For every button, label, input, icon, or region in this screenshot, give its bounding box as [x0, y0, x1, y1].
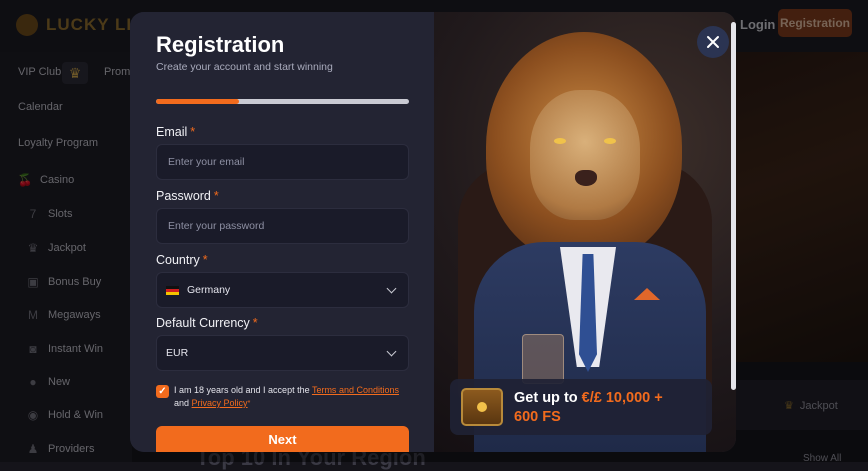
terms-prefix: I am 18 years old and I accept the	[174, 385, 310, 395]
password-field[interactable]	[156, 208, 409, 244]
offer-amount: €/£ 10,000	[581, 390, 651, 406]
progress-bar	[156, 99, 409, 104]
currency-label-text: Default Currency	[156, 316, 250, 330]
email-input[interactable]	[166, 155, 399, 169]
privacy-policy-link[interactable]: Privacy Policy	[192, 398, 248, 408]
close-button[interactable]	[697, 26, 729, 58]
required-marker: *	[190, 125, 196, 139]
chevron-down-icon	[386, 346, 397, 356]
lion-eye	[604, 138, 616, 144]
password-input[interactable]	[166, 219, 399, 233]
registration-form: Registration Create your account and sta…	[130, 12, 434, 452]
terms-checkbox[interactable]: ✓	[156, 385, 169, 398]
currency-value: EUR	[166, 347, 189, 359]
terms-and: and	[174, 398, 190, 408]
chevron-down-icon	[386, 283, 397, 293]
password-label: Password *	[156, 189, 219, 203]
lion-eye	[554, 138, 566, 144]
terms-and-conditions-link[interactable]: Terms and Conditions	[312, 385, 399, 395]
bonus-offer-text: Get up to €/£ 10,000 + 600 FS	[514, 389, 704, 427]
currency-label: Default Currency *	[156, 316, 258, 330]
whisky-glass	[522, 334, 564, 384]
offer-lead: Get up to	[514, 390, 578, 406]
lion-face	[530, 90, 640, 220]
treasure-chest-icon	[461, 388, 503, 426]
offer-free-spins: 600 FS	[514, 409, 561, 425]
email-field[interactable]	[156, 144, 409, 180]
country-label: Country *	[156, 253, 208, 267]
country-label-text: Country	[156, 253, 200, 267]
next-button[interactable]: Next	[156, 426, 409, 452]
offer-plus: +	[654, 390, 663, 406]
currency-select[interactable]: EUR	[156, 335, 409, 371]
bonus-offer-card: Get up to €/£ 10,000 + 600 FS	[450, 379, 712, 435]
country-value: Germany	[187, 284, 231, 296]
required-marker: *	[213, 189, 219, 203]
email-label-text: Email	[156, 125, 188, 139]
required-marker: *	[252, 316, 258, 330]
password-label-text: Password	[156, 189, 211, 203]
promo-artwork: Get up to €/£ 10,000 + 600 FS	[434, 12, 736, 452]
progress-fill	[156, 99, 240, 104]
required-marker: *	[202, 253, 208, 267]
terms-text: I am 18 years old and I accept the Terms…	[174, 384, 414, 410]
modal-title: Registration	[156, 32, 285, 57]
lion-nose	[575, 170, 597, 186]
modal-scrollbar[interactable]	[731, 22, 736, 390]
country-select[interactable]: Germany	[156, 272, 409, 308]
germany-flag-icon	[166, 285, 179, 295]
modal-subtitle: Create your account and start winning	[156, 61, 333, 73]
close-icon	[707, 36, 719, 48]
registration-modal: Registration Create your account and sta…	[130, 12, 736, 452]
required-marker: *	[247, 400, 251, 407]
email-label: Email *	[156, 125, 195, 139]
